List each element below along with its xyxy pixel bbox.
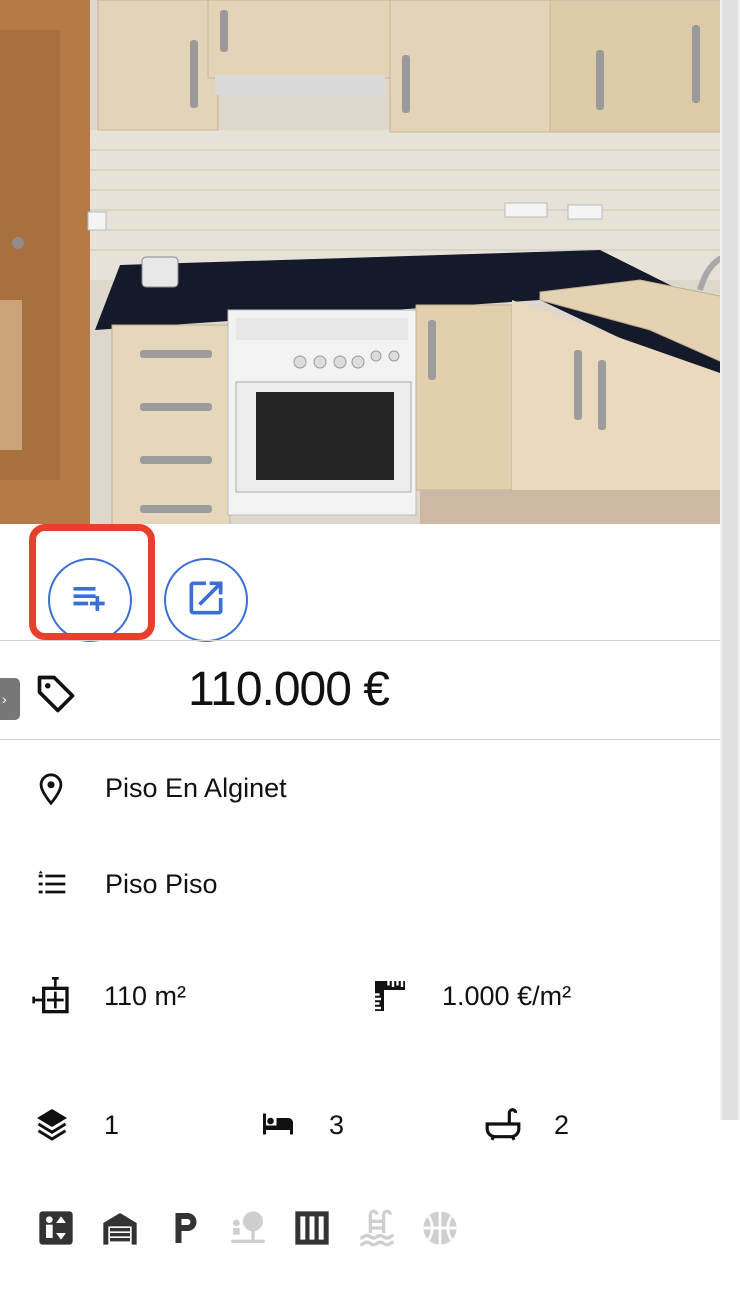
listing-photo[interactable] bbox=[0, 0, 740, 524]
pool-icon bbox=[356, 1208, 396, 1248]
location-text: Piso En Alginet bbox=[105, 773, 287, 803]
highlight-box bbox=[29, 524, 155, 640]
garage-icon bbox=[98, 1208, 138, 1248]
property-type-text: Piso Piso bbox=[105, 869, 218, 899]
bed-icon bbox=[258, 1106, 298, 1147]
garden-icon bbox=[226, 1208, 266, 1248]
divider bbox=[0, 739, 720, 740]
bedrooms-text: 3 bbox=[329, 1110, 345, 1140]
floor-text: 1 bbox=[104, 1110, 120, 1140]
ruler-icon bbox=[372, 978, 408, 1019]
action-row bbox=[0, 524, 720, 642]
divider bbox=[0, 640, 720, 641]
sports-ball-icon bbox=[418, 1208, 458, 1248]
price-tag-icon bbox=[34, 672, 78, 721]
open-in-new-icon bbox=[184, 576, 228, 625]
price-per-m2-text: 1.000 €/m² bbox=[442, 981, 572, 1011]
chevron-right-icon: › bbox=[2, 691, 7, 707]
location-pin-icon bbox=[34, 770, 68, 813]
elevator-icon bbox=[36, 1208, 76, 1248]
side-drawer-tab[interactable]: › bbox=[0, 678, 20, 720]
area-text: 110 m² bbox=[104, 981, 187, 1011]
scrollbar-thumb[interactable] bbox=[722, 0, 738, 1120]
open-external-button[interactable] bbox=[164, 558, 248, 642]
area-measure-icon bbox=[32, 974, 72, 1021]
list-bulleted-icon bbox=[34, 868, 70, 905]
closet-icon bbox=[290, 1208, 330, 1248]
parking-icon bbox=[168, 1208, 208, 1248]
price-value: 110.000 € bbox=[188, 663, 390, 716]
bathrooms-text: 2 bbox=[554, 1110, 570, 1140]
bathtub-icon bbox=[484, 1104, 522, 1149]
layers-icon bbox=[34, 1104, 70, 1149]
